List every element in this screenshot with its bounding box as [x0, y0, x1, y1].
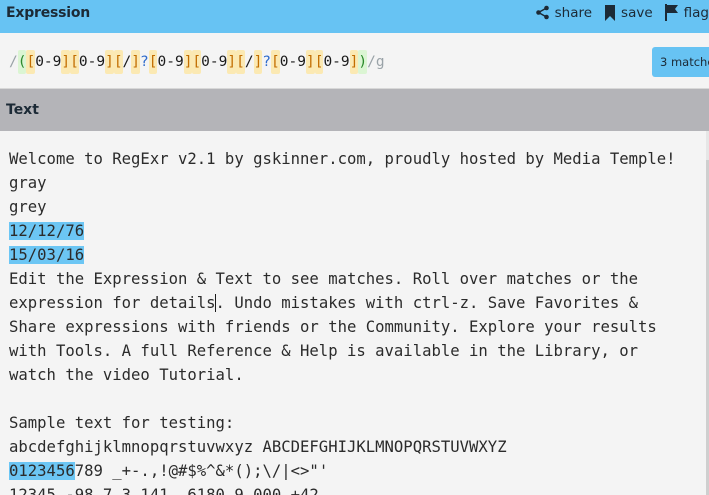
regex-token-set: ]	[253, 50, 263, 74]
regex-token-set: [	[192, 50, 202, 74]
expression-header: Expression share save flag	[0, 0, 709, 33]
regex-token-set: ]	[105, 50, 114, 74]
text-segment: . Undo mistakes with ctrl-z. Save Favori…	[215, 294, 639, 312]
header-actions: share save flag	[535, 4, 709, 21]
regex-token-set: ]	[183, 50, 193, 74]
match-highlight[interactable]: 15/03/16	[9, 246, 85, 264]
regex-token-set: [	[113, 50, 123, 74]
regex-token-in: 0-9	[323, 54, 350, 70]
text-segment: 12345 -98.7 3.141 .6180 9,000 +42	[9, 486, 319, 495]
text-line: Sample text for testing:	[9, 411, 676, 435]
regex-token-set: [	[148, 50, 158, 74]
text-line: expression for details. Undo mistakes wi…	[9, 291, 676, 315]
regex-token-grp: (	[17, 50, 27, 74]
regex-token-in: /	[244, 54, 254, 70]
save-label: save	[621, 4, 653, 21]
text-line: watch the video Tutorial.	[9, 363, 676, 387]
regex-token-set: [	[70, 50, 79, 74]
text-header: Text	[0, 89, 709, 131]
text-segment: with Tools. A full Reference & Help is a…	[9, 342, 639, 360]
share-icon	[535, 5, 550, 20]
text-segment: Welcome to RegExr v2.1 by gskinner.com, …	[9, 150, 676, 168]
regex-token-set: [	[271, 50, 280, 74]
text-line: Share expressions with friends or the Co…	[9, 315, 676, 339]
text-segment: gray	[9, 174, 47, 192]
text-segment: watch the video Tutorial.	[9, 366, 244, 384]
text-line	[9, 387, 676, 411]
share-button[interactable]: share	[535, 5, 592, 21]
text-content[interactable]: Welcome to RegExr v2.1 by gskinner.com, …	[9, 147, 676, 495]
regex-token-set: [	[314, 50, 324, 74]
regex-token-set: ]	[349, 50, 359, 74]
text-editor[interactable]: Welcome to RegExr v2.1 by gskinner.com, …	[0, 131, 709, 495]
flag-label: flag	[683, 4, 709, 21]
regex-token-in: 0-9	[279, 54, 306, 70]
text-line: 0123456789 _+-.,!@#$%^&*();\/|<>"'	[9, 459, 676, 483]
flag-icon	[664, 4, 679, 21]
text-line: with Tools. A full Reference & Help is a…	[9, 339, 676, 363]
expression-input-row: /([0-9][0-9][/]?[0-9][0-9][/]?[0-9][0-9]…	[0, 33, 709, 89]
regex-token-q: ?	[140, 54, 149, 70]
text-segment: abcdefghijklmnopqrstuvwxyz ABCDEFGHIJKLM…	[9, 438, 507, 456]
regex-token-delim: /	[367, 54, 376, 70]
regex-token-in: 0-9	[78, 54, 106, 70]
text-line: Edit the Expression & Text to see matche…	[9, 267, 676, 291]
regex-token-in: 0-9	[35, 54, 62, 70]
match-highlight[interactable]: 12/12/76	[9, 222, 85, 240]
share-label: share	[554, 4, 593, 21]
text-segment: 789 _+-.,!@#$%^&*();\/|<>"'	[74, 462, 329, 480]
regex-token-set: [	[236, 50, 245, 74]
regex-token-in: /	[122, 54, 132, 70]
text-line: Welcome to RegExr v2.1 by gskinner.com, …	[9, 147, 676, 171]
flag-button[interactable]: flag	[664, 4, 709, 21]
regex-token-set: [	[26, 50, 36, 74]
text-line: gray	[9, 171, 676, 195]
text-segment: Sample text for testing:	[9, 414, 235, 432]
match-highlight[interactable]: 0123456	[9, 462, 75, 480]
regex-token-q: ?	[262, 54, 272, 70]
text-line: grey	[9, 195, 676, 219]
regex-token-in: 0-9	[157, 54, 184, 70]
regex-token-delim: /	[9, 54, 18, 70]
bookmark-icon	[604, 4, 616, 21]
text-segment: grey	[9, 198, 47, 216]
regex-token-set: ]	[305, 50, 315, 74]
text-line: 12345 -98.7 3.141 .6180 9,000 +42	[9, 483, 676, 495]
regex-token-set: ]	[227, 50, 237, 74]
save-button[interactable]: save	[604, 4, 653, 21]
matches-badge[interactable]: 3 matches	[652, 47, 709, 77]
regex-token-flag: g	[375, 54, 385, 70]
text-line: 15/03/16	[9, 243, 676, 267]
regex-token-set: ]	[131, 50, 141, 74]
text-title: Text	[6, 102, 39, 118]
regex-token-in: 0-9	[201, 54, 228, 70]
text-segment: Share expressions with friends or the Co…	[9, 318, 657, 336]
regex-token-set: ]	[61, 50, 71, 74]
expression-title: Expression	[6, 5, 91, 21]
regex-token-grp: )	[358, 50, 368, 74]
text-line: 12/12/76	[9, 219, 676, 243]
text-line: abcdefghijklmnopqrstuvwxyz ABCDEFGHIJKLM…	[9, 435, 676, 459]
regex-expression-input[interactable]: /([0-9][0-9][/]?[0-9][0-9][/]?[0-9][0-9]…	[9, 50, 385, 74]
text-segment: expression for details	[9, 294, 216, 312]
text-segment: Edit the Expression & Text to see matche…	[9, 270, 639, 288]
